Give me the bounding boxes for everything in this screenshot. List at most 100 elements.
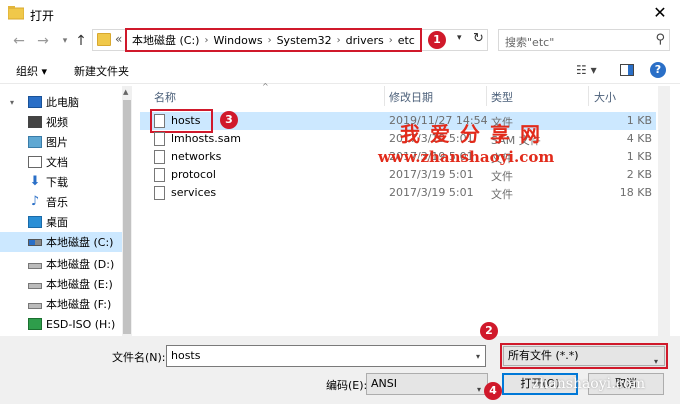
download-icon: ⬇ — [29, 174, 41, 189]
encoding-label: 编码(E): — [326, 379, 368, 392]
search-placeholder: 搜索"etc" — [505, 36, 555, 49]
column-divider[interactable] — [588, 86, 589, 106]
command-bar: 组织 ▾ 新建文件夹 ☷ ▾ ? — [0, 58, 680, 84]
file-name: networks — [171, 150, 222, 163]
column-header-size[interactable]: 大小 — [594, 89, 616, 105]
sidebar-item-label: 此电脑 — [46, 96, 79, 109]
sidebar-item-pictures[interactable]: 图片 — [0, 132, 122, 152]
folder-icon — [8, 6, 24, 20]
sidebar-item-documents[interactable]: 文档 — [0, 152, 122, 172]
filename-dropdown-icon[interactable]: ▾ — [476, 352, 480, 361]
file-icon — [154, 114, 165, 128]
overflow-chevron-icon[interactable]: « — [115, 32, 122, 46]
encoding-select[interactable]: ANSI ▾ — [366, 373, 488, 395]
new-folder-button[interactable]: 新建文件夹 — [74, 63, 129, 79]
encoding-value: ANSI — [371, 377, 397, 390]
search-icon[interactable]: ⚲ — [655, 32, 665, 47]
file-icon — [154, 168, 165, 182]
column-header-type[interactable]: 类型 — [491, 89, 513, 105]
column-divider[interactable] — [486, 86, 487, 106]
breadcrumb-item[interactable]: etc — [396, 34, 417, 47]
watermark-text: 我爱分享网 — [400, 122, 550, 146]
sidebar-item-label: 本地磁盘 (D:) — [46, 258, 115, 271]
column-divider[interactable] — [384, 86, 385, 106]
drive-icon — [28, 263, 42, 269]
help-icon[interactable]: ? — [650, 62, 666, 78]
sidebar-item-music[interactable]: ♪ 音乐 — [0, 192, 122, 212]
sidebar-item-esd-iso[interactable]: ESD-ISO (H:) — [0, 314, 122, 334]
sidebar-item-downloads[interactable]: ⬇ 下载 — [0, 172, 122, 192]
breadcrumb: 本地磁盘 (C:) › Windows › System32 › drivers… — [125, 28, 422, 52]
breadcrumb-item[interactable]: System32 — [275, 34, 334, 47]
scrollbar-thumb[interactable] — [123, 100, 131, 334]
filename-input[interactable]: hosts — [166, 345, 486, 367]
file-date: 2017/3/19 5:01 — [389, 168, 474, 181]
file-size: 4 KB — [626, 132, 652, 145]
file-row[interactable]: protocol 2017/3/19 5:01 文件 2 KB — [140, 166, 656, 184]
view-options-icon[interactable]: ☷ ▾ — [576, 63, 597, 77]
file-size: 18 KB — [619, 186, 652, 199]
filetype-label: 所有文件 (*.*) — [508, 349, 579, 362]
file-size: 1 KB — [626, 114, 652, 127]
sidebar-item-drive-f[interactable]: 本地磁盘 (F:) — [0, 294, 122, 314]
watermark-url: www.zhanshaoyi.com — [378, 148, 555, 166]
watermark-url: zhanshaoyi.com — [532, 376, 646, 392]
filetype-select[interactable]: 所有文件 (*.*) ▾ — [500, 343, 668, 369]
back-arrow-icon[interactable]: ← — [10, 32, 28, 50]
annotation-badge: 1 — [428, 31, 446, 49]
organize-button[interactable]: 组织 ▾ — [16, 63, 47, 79]
search-input[interactable]: 搜索"etc" ⚲ — [498, 29, 670, 51]
breadcrumb-item[interactable]: Windows — [211, 34, 264, 47]
file-icon — [154, 132, 165, 146]
breadcrumb-item[interactable]: drivers — [344, 34, 386, 47]
sort-ascending-icon: ^ — [262, 82, 269, 91]
sidebar-item-label: 音乐 — [46, 196, 68, 209]
folder-icon — [97, 33, 111, 46]
computer-icon — [28, 96, 42, 108]
breadcrumb-separator-icon[interactable]: › — [334, 35, 344, 46]
documents-icon — [28, 156, 42, 168]
file-icon — [154, 150, 165, 164]
sidebar-item-label: ESD-ISO (H:) — [46, 317, 116, 331]
title-bar: 打开 ✕ — [0, 0, 680, 28]
sidebar-item-label: 下载 — [46, 176, 68, 189]
sidebar-item-this-pc[interactable]: ▾ 此电脑 — [0, 92, 122, 112]
preview-pane-icon[interactable] — [620, 64, 634, 76]
file-date: 2017/3/19 5:01 — [389, 186, 474, 199]
close-icon[interactable]: ✕ — [648, 2, 672, 24]
navigation-pane: ▾ 此电脑 视频 图片 文档 ⬇ 下载 ♪ 音乐 桌面 本地磁盘 (C:) 本地… — [0, 86, 122, 336]
file-row[interactable]: services 2017/3/19 5:01 文件 18 KB — [140, 184, 656, 202]
sidebar-item-label: 本地磁盘 (C:) — [46, 236, 114, 249]
file-type: 文件 — [491, 170, 513, 183]
up-arrow-icon[interactable]: ↑ — [72, 32, 90, 50]
sidebar-item-videos[interactable]: 视频 — [0, 112, 122, 132]
file-size: 1 KB — [626, 150, 652, 163]
breadcrumb-separator-icon[interactable]: › — [201, 35, 211, 46]
file-name: services — [171, 186, 217, 199]
chevron-down-icon: ▾ — [653, 357, 658, 366]
file-row-hosts[interactable]: hosts 2019/11/27 14:54 文件 1 KB — [140, 109, 656, 133]
file-row[interactable]: lmhosts.sam 2017/3/19 5:01 SAM 文件 4 KB — [140, 130, 656, 148]
breadcrumb-item[interactable]: 本地磁盘 (C:) — [130, 32, 201, 48]
sidebar-item-drive-d[interactable]: 本地磁盘 (D:) — [0, 254, 122, 274]
sidebar-item-label: 视频 — [46, 116, 68, 129]
sidebar-item-desktop[interactable]: 桌面 — [0, 212, 122, 232]
breadcrumb-separator-icon[interactable]: › — [386, 35, 396, 46]
address-dropdown-icon[interactable]: ▾ — [457, 33, 462, 43]
column-header-modified[interactable]: 修改日期 — [389, 89, 433, 105]
filename-label: 文件名(N): — [112, 351, 166, 364]
window-title: 打开 — [30, 9, 55, 23]
file-type: 文件 — [491, 188, 513, 201]
drive-icon — [28, 283, 42, 289]
sidebar-item-drive-e[interactable]: 本地磁盘 (E:) — [0, 274, 122, 294]
column-header-name[interactable]: 名称 — [154, 89, 176, 105]
sidebar-item-drive-c[interactable]: 本地磁盘 (C:) — [0, 232, 122, 252]
refresh-icon[interactable]: ↻ — [473, 31, 484, 46]
forward-arrow-icon[interactable]: → — [34, 32, 52, 50]
file-list-scrollbar[interactable] — [658, 86, 670, 336]
sidebar-scrollbar[interactable]: ▲ — [122, 86, 132, 336]
scroll-up-icon[interactable]: ▲ — [123, 88, 128, 96]
collapse-chevron-icon[interactable]: ▾ — [10, 98, 14, 107]
filetype-value: 所有文件 (*.*) ▾ — [503, 346, 665, 366]
breadcrumb-separator-icon[interactable]: › — [265, 35, 275, 46]
